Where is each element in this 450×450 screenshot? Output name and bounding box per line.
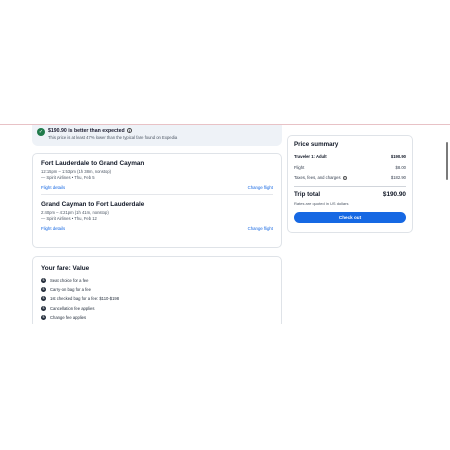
taxes-label: Taxes, fees, and charges i [294, 175, 348, 181]
flight-route: Grand Cayman to Fort Lauderdale [41, 201, 145, 208]
fare-item: $ Seat choice for a fee [41, 276, 273, 285]
taxes-label-text: Taxes, fees, and charges [294, 175, 341, 180]
traveler-row: Traveler 1: Adult $190.90 [294, 154, 406, 159]
right-column: Price summary Traveler 1: Adult $190.90 … [287, 135, 413, 233]
dollar-icon: $ [41, 278, 46, 284]
flights-card: Fort Lauderdale to Grand Cayman 12:15pm … [32, 153, 282, 248]
fare-item: $ Cancellation fee applies [41, 304, 273, 313]
left-column: ✓ $190.90 is better than expected i This… [32, 125, 282, 324]
traveler-value: $190.90 [390, 154, 406, 159]
taxes-value: $182.90 [390, 175, 406, 180]
traveler-label: Traveler 1: Adult [294, 154, 327, 159]
info-icon[interactable]: i [127, 128, 133, 134]
fare-title: Your fare: Value [41, 265, 90, 272]
checkout-page: ✓ $190.90 is better than expected i This… [0, 124, 450, 324]
rates-note: Rates are quoted in US dollars [294, 201, 349, 207]
banner-subtitle: This price is at least 47% lower than th… [48, 135, 178, 140]
flight-segment-return: Grand Cayman to Fort Lauderdale 2:40pm –… [41, 201, 273, 231]
flight-details-link[interactable]: Flight details [41, 185, 65, 190]
info-icon[interactable]: i [342, 175, 348, 181]
scrollbar-thumb[interactable] [446, 142, 448, 180]
change-flight-link[interactable]: Change flight [248, 185, 273, 190]
price-insight-banner: ✓ $190.90 is better than expected i This… [32, 125, 282, 146]
change-flight-link[interactable]: Change flight [248, 226, 273, 231]
banner-title-text: $190.90 is better than expected [48, 128, 125, 134]
flight-price-row: Flight $8.00 [294, 165, 406, 170]
taxes-row: Taxes, fees, and charges i $182.90 [294, 175, 406, 181]
dollar-icon: $ [41, 296, 46, 302]
fare-item: $ Change fee applies [41, 313, 273, 322]
price-summary-card: Price summary Traveler 1: Adult $190.90 … [287, 135, 413, 233]
divider [294, 186, 406, 188]
fare-item-text: 1st checked bag for a fee: $110-$198 [50, 296, 120, 302]
flight-route: Fort Lauderdale to Grand Cayman [41, 160, 145, 167]
fare-item-text: Change fee applies [50, 314, 87, 320]
flight-links: Flight details Change flight [41, 226, 273, 231]
page-scrollbar[interactable] [445, 124, 449, 324]
fare-item: $ 1st checked bag for a fee: $110-$198 [41, 294, 273, 303]
fare-item: $ Carry-on bag for a fee [41, 285, 273, 294]
fare-item-text: Cancellation fee applies [50, 305, 95, 311]
trip-total-row: Trip total $190.90 [294, 191, 406, 198]
flight-value: $8.00 [395, 164, 406, 170]
fare-item-text: Seat choice for a fee [50, 278, 89, 284]
flight-links: Flight details Change flight [41, 185, 273, 190]
fare-item-text: Carry-on bag for a fee [50, 287, 91, 293]
flight-details-link[interactable]: Flight details [41, 226, 65, 231]
checkout-button[interactable]: Check out [294, 212, 406, 224]
flight-time: 2:40pm – 4:21pm (1h 41m, nonstop) [41, 210, 109, 215]
dollar-icon: $ [41, 305, 46, 311]
divider [41, 194, 273, 195]
banner-title: $190.90 is better than expected i [48, 128, 276, 134]
dollar-icon: $ [41, 287, 46, 293]
flight-time: 12:15pm – 1:53pm (1h 38m, nonstop) [41, 169, 112, 174]
flight-airline-date: — Spirit Airlines • Thu, Feb 5 [41, 175, 95, 180]
flight-airline-date: — Spirit Airlines • Thu, Feb 12 [41, 216, 97, 221]
price-summary-title: Price summary [294, 141, 339, 148]
trip-total-value: $190.90 [382, 191, 406, 199]
fare-card: Your fare: Value $ Seat choice for a fee… [32, 256, 282, 324]
dollar-icon: $ [41, 314, 46, 320]
flight-segment-outbound: Fort Lauderdale to Grand Cayman 12:15pm … [41, 160, 273, 190]
trip-total-label: Trip total [294, 191, 321, 199]
check-circle-icon: ✓ [37, 128, 45, 136]
flight-label: Flight [294, 164, 305, 170]
